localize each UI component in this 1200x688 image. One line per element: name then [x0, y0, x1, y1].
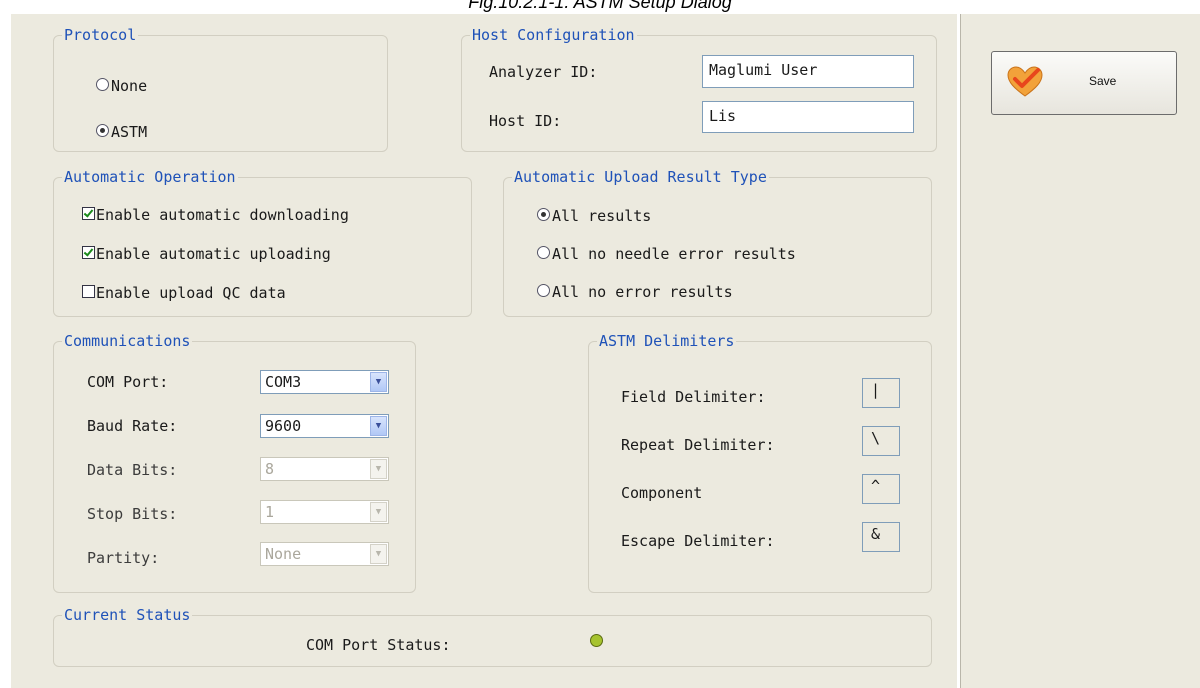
com-port-select[interactable]: COM3 ▼	[260, 370, 389, 394]
escape-delimiter-label: Escape Delimiter:	[621, 532, 775, 550]
field-delimiter-field[interactable]: |	[862, 378, 900, 408]
save-button[interactable]: Save	[991, 51, 1177, 115]
component-delimiter-label: Component	[621, 484, 703, 502]
repeat-delimiter-label: Repeat Delimiter:	[621, 436, 775, 454]
checkbox-unchecked-icon[interactable]	[82, 285, 95, 298]
figure-caption: Fig.10.2.1-1. ASTM Setup Dialog	[468, 0, 732, 12]
data-bits-label: Data Bits:	[87, 461, 178, 479]
com-port-status-label: COM Port Status:	[306, 636, 451, 654]
check-heart-icon	[1007, 66, 1043, 97]
radio-icon[interactable]	[537, 284, 550, 297]
data-bits-select: 8 ▼	[260, 457, 389, 481]
automatic-operation-group: Automatic Operation Enable automatic dow…	[53, 167, 472, 317]
component-delimiter-field[interactable]: ^	[862, 474, 900, 504]
com-port-label: COM Port:	[87, 373, 169, 391]
host-id-label: Host ID:	[489, 112, 562, 130]
radio-selected-icon[interactable]	[537, 208, 550, 221]
current-status-group: Current Status COM Port Status:	[53, 605, 932, 667]
stop-bits-select: 1 ▼	[260, 500, 389, 524]
current-status-legend: Current Status	[62, 605, 193, 625]
baud-rate-select[interactable]: 9600 ▼	[260, 414, 389, 438]
astm-delimiters-group: ASTM Delimiters Field Delimiter: | Repea…	[588, 331, 932, 593]
enable-auto-upload-checkbox[interactable]: Enable automatic uploading	[82, 244, 331, 264]
protocol-group: Protocol None ASTM	[53, 25, 388, 152]
communications-legend: Communications	[62, 331, 193, 351]
protocol-option-astm[interactable]: ASTM	[96, 122, 147, 142]
chevron-down-icon[interactable]: ▼	[370, 372, 387, 392]
result-option-no-error[interactable]: All no error results	[537, 282, 733, 302]
chevron-down-icon[interactable]: ▼	[370, 416, 387, 436]
parity-label: Partity:	[87, 549, 160, 567]
chevron-down-icon: ▼	[370, 459, 387, 479]
result-option-no-needle-error[interactable]: All no needle error results	[537, 244, 796, 264]
field-delimiter-label: Field Delimiter:	[621, 388, 766, 406]
upload-result-type-legend: Automatic Upload Result Type	[512, 167, 769, 187]
host-configuration-legend: Host Configuration	[470, 25, 637, 45]
parity-select: None ▼	[260, 542, 389, 566]
chevron-down-icon: ▼	[370, 544, 387, 564]
analyzer-id-field[interactable]: Maglumi User	[702, 55, 914, 88]
host-id-field[interactable]: Lis	[702, 101, 914, 133]
automatic-operation-legend: Automatic Operation	[62, 167, 238, 187]
analyzer-id-label: Analyzer ID:	[489, 63, 598, 81]
astm-setup-panel: Protocol None ASTM Host Configuration An…	[11, 14, 957, 688]
protocol-legend: Protocol	[62, 25, 139, 45]
radio-selected-icon[interactable]	[96, 124, 109, 137]
repeat-delimiter-field[interactable]: \	[862, 426, 900, 456]
baud-rate-label: Baud Rate:	[87, 417, 178, 435]
checkbox-checked-icon[interactable]	[82, 246, 95, 259]
side-panel	[960, 14, 1200, 688]
radio-icon[interactable]	[96, 78, 109, 91]
save-button-label: Save	[1089, 74, 1117, 88]
enable-upload-qc-checkbox[interactable]: Enable upload QC data	[82, 283, 286, 303]
stop-bits-label: Stop Bits:	[87, 505, 178, 523]
checkbox-checked-icon[interactable]	[82, 207, 95, 220]
upload-result-type-group: Automatic Upload Result Type All results…	[503, 167, 932, 317]
host-configuration-group: Host Configuration Analyzer ID: Maglumi …	[461, 25, 937, 152]
radio-icon[interactable]	[537, 246, 550, 259]
escape-delimiter-field[interactable]: &	[862, 522, 900, 552]
enable-auto-download-checkbox[interactable]: Enable automatic downloading	[82, 205, 349, 225]
status-indicator-icon	[590, 634, 603, 647]
astm-delimiters-legend: ASTM Delimiters	[597, 331, 737, 351]
protocol-option-none[interactable]: None	[96, 76, 147, 96]
chevron-down-icon: ▼	[370, 502, 387, 522]
result-option-all[interactable]: All results	[537, 206, 651, 226]
communications-group: Communications COM Port: COM3 ▼ Baud Rat…	[53, 331, 416, 593]
